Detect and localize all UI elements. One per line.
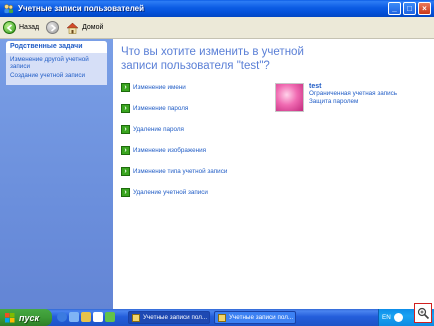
back-label: Назад	[19, 24, 40, 31]
user-name: test	[309, 83, 322, 90]
green-arrow-icon: ›	[121, 167, 130, 176]
home-icon	[66, 22, 79, 34]
account-type: Ограниченная учетная запись	[309, 90, 398, 97]
task-label: Изменение имени	[133, 84, 186, 91]
window-title: Учетные записи пользователей	[18, 4, 145, 13]
app-icon[interactable]	[105, 312, 115, 322]
panel-title: Родственные задачи	[6, 41, 107, 53]
page-heading: Что вы хотите изменить в учетной записи …	[121, 46, 304, 72]
task-change-picture[interactable]: › Изменение изображения	[121, 146, 206, 155]
taskbar: пуск Учетные записи пол... Учетные запис…	[0, 309, 434, 326]
window-titlebar[interactable]: Учетные записи пользователей _ □ ×	[0, 0, 434, 17]
task-label: Удаление пароля	[133, 126, 184, 133]
green-arrow-icon: ›	[121, 146, 130, 155]
task-delete-account[interactable]: › Удаление учетной записи	[121, 188, 208, 197]
users-icon	[218, 313, 226, 322]
start-label: пуск	[19, 312, 40, 323]
back-arrow-icon	[3, 21, 16, 34]
desktop-icon[interactable]	[69, 312, 79, 322]
media-icon[interactable]	[81, 312, 91, 322]
task-label: Изменение изображения	[133, 147, 207, 154]
task-change-account-type[interactable]: › Изменение типа учетной записи	[121, 167, 227, 176]
link-create-account[interactable]: Создание учетной записи	[10, 72, 103, 79]
navigation-toolbar: Назад Домой	[0, 17, 434, 39]
related-tasks-panel: Родственные задачи Изменение другой учет…	[6, 41, 107, 85]
minimize-button[interactable]: _	[388, 2, 401, 15]
task-label: Удаление учетной записи	[133, 189, 208, 196]
magnifier-icon[interactable]	[414, 303, 432, 323]
user-card: test Ограниченная учетная запись Защита …	[275, 83, 397, 112]
back-button[interactable]: Назад	[3, 21, 39, 34]
browser-icon[interactable]	[57, 312, 67, 322]
close-button[interactable]: ×	[418, 2, 431, 15]
taskbar-button-label: Учетные записи пол...	[143, 314, 208, 321]
taskbar-button-accounts-1[interactable]: Учетные записи пол...	[128, 311, 210, 324]
language-indicator[interactable]: EN	[382, 314, 391, 321]
task-remove-password[interactable]: › Удаление пароля	[121, 125, 184, 134]
tray-icon[interactable]	[393, 313, 403, 322]
taskbar-button-label: Учетные записи пол...	[229, 314, 294, 321]
home-button[interactable]: Домой	[66, 22, 103, 34]
taskbar-button-accounts-2[interactable]: Учетные записи пол...	[214, 311, 296, 324]
window-controls: _ □ ×	[388, 2, 431, 15]
users-icon	[132, 313, 140, 322]
task-change-password[interactable]: › Изменение пароля	[121, 104, 188, 113]
task-change-name[interactable]: › Изменение имени	[121, 83, 186, 92]
link-change-other-account[interactable]: Изменение другой учетной записи	[10, 56, 103, 70]
forward-button[interactable]	[46, 21, 60, 34]
task-label: Изменение типа учетной записи	[133, 168, 228, 175]
main-content: Что вы хотите изменить в учетной записи …	[113, 39, 434, 309]
task-label: Изменение пароля	[133, 105, 189, 112]
password-status: Защита паролем	[309, 97, 359, 105]
green-arrow-icon: ›	[121, 104, 130, 113]
green-arrow-icon: ›	[121, 188, 130, 197]
task-sidebar: Родственные задачи Изменение другой учет…	[0, 39, 113, 309]
magnifier-glyph	[417, 307, 429, 319]
maximize-button[interactable]: □	[403, 2, 416, 15]
forward-arrow-icon	[46, 21, 60, 34]
windows-flag-icon	[5, 312, 15, 322]
green-arrow-icon: ›	[121, 125, 130, 134]
green-arrow-icon: ›	[121, 83, 130, 92]
users-icon	[4, 4, 14, 14]
quick-launch	[57, 312, 115, 322]
folder-icon[interactable]	[93, 312, 103, 322]
user-picture	[275, 83, 304, 112]
start-button[interactable]: пуск	[0, 309, 52, 326]
home-label: Домой	[82, 24, 104, 31]
